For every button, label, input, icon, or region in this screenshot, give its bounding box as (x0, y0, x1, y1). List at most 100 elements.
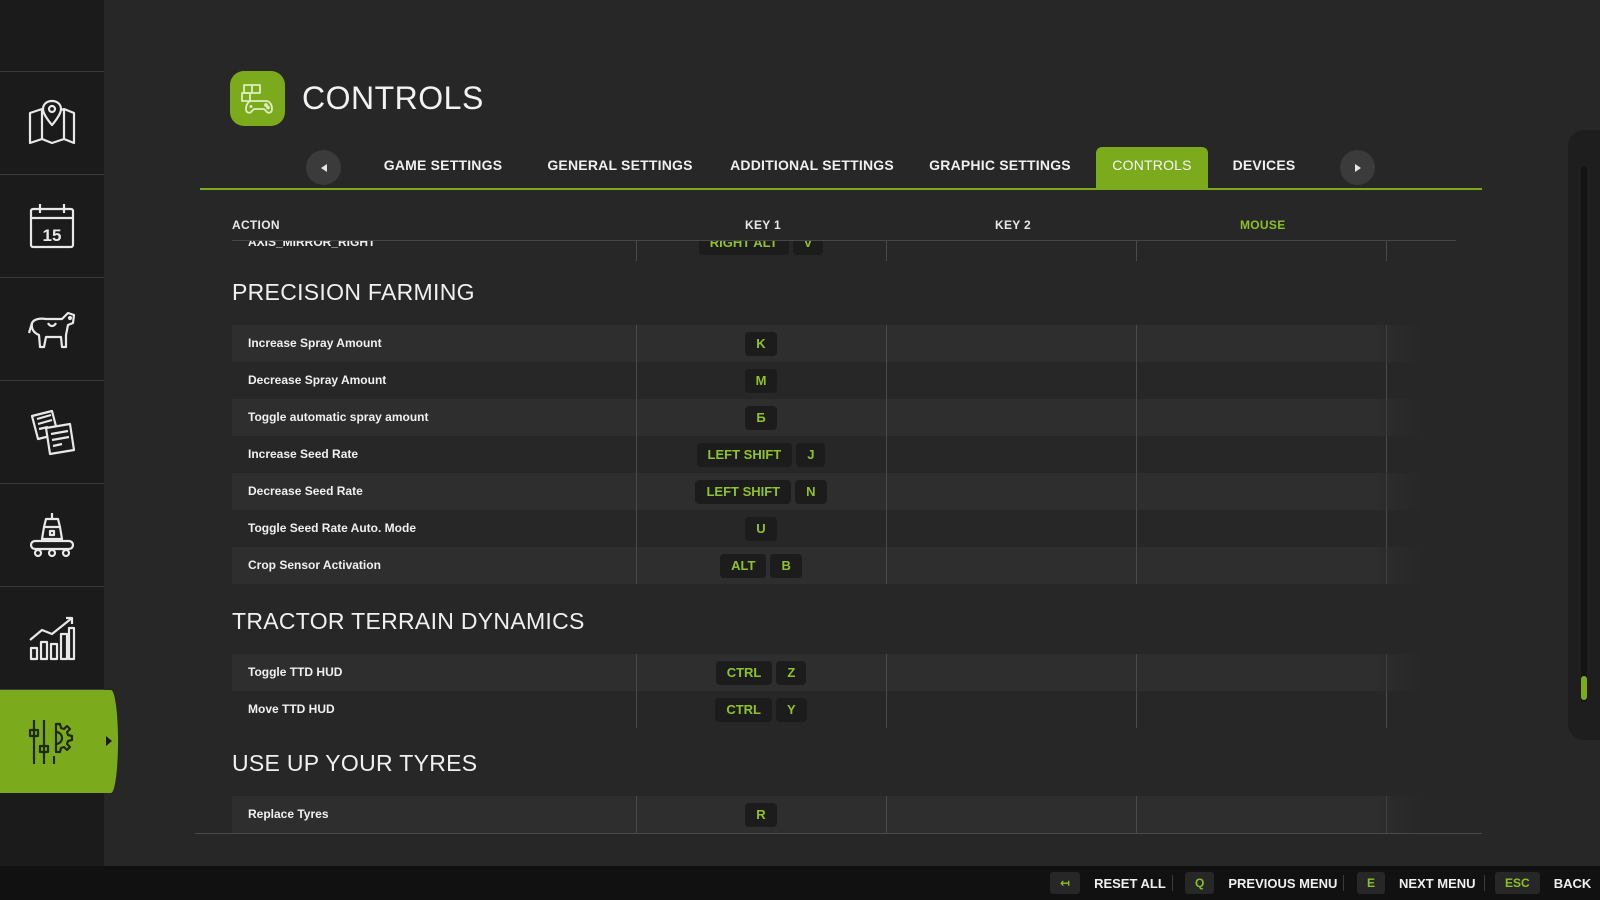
key-badge[interactable]: B (770, 553, 802, 578)
key-badge[interactable]: Б (745, 405, 777, 430)
active-caret (106, 736, 112, 746)
table-row[interactable]: Increase Seed Rate LEFT SHIFT J (232, 436, 1422, 473)
key-badge[interactable]: R (745, 802, 777, 827)
sidebar-item-animals[interactable] (0, 278, 104, 381)
key-badge[interactable]: RIGHT ALT (698, 241, 789, 255)
table-row[interactable]: Toggle Seed Rate Auto. Mode U (232, 510, 1422, 547)
row-fade (1372, 547, 1422, 584)
production-icon (29, 513, 75, 558)
section-title-precision-farming: PRECISION FARMING (232, 279, 475, 305)
key-badge[interactable]: CTRL (715, 697, 772, 722)
column-divider (636, 362, 637, 399)
bindings-list[interactable]: AXIS_MIRROR_RIGHT RIGHT ALT V PRECISION … (232, 241, 1422, 833)
key1-cell[interactable]: M (636, 362, 886, 399)
tab-next-button[interactable] (1340, 150, 1375, 185)
key-badge[interactable]: N (795, 479, 827, 504)
column-divider (1136, 241, 1137, 261)
sidebar-item-production[interactable] (0, 484, 104, 587)
key1-cell[interactable]: Б (636, 399, 886, 436)
controls-screen: 15 CONTROLS GAME SETTINGS GENERAL SETTIN… (0, 0, 1600, 900)
sidebar-item-calendar[interactable]: 15 (0, 175, 104, 278)
tab-general-settings[interactable]: GENERAL SETTINGS (537, 147, 703, 188)
key1-cell[interactable]: RIGHT ALT V (636, 241, 886, 261)
table-row[interactable]: Toggle TTD HUD CTRL Z (232, 654, 1422, 691)
scrollbar-thumb[interactable] (1581, 676, 1587, 700)
key-badge[interactable]: J (796, 442, 826, 467)
column-header-action: ACTION (232, 218, 280, 232)
key1-cell[interactable]: U (636, 510, 886, 547)
back-button[interactable]: ESC BACK (1495, 872, 1591, 894)
reset-all-button[interactable]: ↤ RESET ALL (1050, 872, 1166, 894)
settings-sliders-icon (28, 719, 74, 764)
key-badge[interactable]: V (792, 241, 824, 255)
table-row[interactable]: Replace Tyres R (232, 796, 1422, 833)
key1-cell[interactable]: R (636, 796, 886, 833)
key1-cell[interactable]: CTRL Z (636, 654, 886, 691)
reset-key-badge: ↤ (1050, 872, 1081, 894)
map-icon (28, 99, 76, 145)
tab-controls[interactable]: CONTROLS (1096, 147, 1208, 188)
previous-menu-button[interactable]: Q PREVIOUS MENU (1185, 872, 1337, 894)
key-badge[interactable]: K (745, 331, 777, 356)
settings-tabs: GAME SETTINGS GENERAL SETTINGS ADDITIONA… (200, 147, 1482, 190)
action-label: Increase Spray Amount (248, 336, 382, 350)
column-header-mouse: MOUSE (1240, 218, 1286, 232)
key-badge[interactable]: LEFT SHIFT (695, 479, 792, 504)
key-badge[interactable]: M (744, 368, 778, 393)
gamepad-icon (240, 83, 273, 114)
key1-cell[interactable]: ALT B (636, 547, 886, 584)
column-divider (1136, 654, 1137, 691)
footer-separator (1343, 875, 1344, 891)
sidebar-item-map[interactable] (0, 72, 104, 175)
back-label: BACK (1553, 875, 1592, 891)
table-row[interactable]: Crop Sensor Activation ALT B (232, 547, 1422, 584)
tab-previous-button[interactable] (306, 150, 341, 185)
tab-graphic-settings[interactable]: GRAPHIC SETTINGS (922, 147, 1078, 188)
action-label: Toggle Seed Rate Auto. Mode (248, 521, 417, 535)
table-row[interactable]: Increase Spray Amount K (232, 325, 1422, 362)
row-fade (1372, 796, 1422, 833)
sidebar-item-contracts[interactable] (0, 381, 104, 484)
sidebar-item-settings[interactable] (0, 690, 118, 793)
key1-cell[interactable]: CTRL Y (636, 691, 886, 728)
column-divider (636, 399, 637, 436)
table-row[interactable]: AXIS_MIRROR_RIGHT RIGHT ALT V (232, 241, 1422, 261)
scrollbar-track[interactable] (1581, 166, 1587, 702)
key-badge[interactable]: CTRL (715, 660, 773, 685)
action-label: Decrease Seed Rate (248, 484, 363, 498)
sidebar-item-statistics[interactable] (0, 587, 104, 690)
column-divider (886, 510, 887, 547)
column-divider (1136, 473, 1137, 510)
column-divider (886, 654, 887, 691)
column-divider (886, 473, 887, 510)
key-badge[interactable]: Z (776, 660, 807, 685)
next-menu-button[interactable]: E NEXT MENU (1357, 872, 1476, 894)
table-row[interactable]: Toggle automatic spray amount Б (232, 399, 1422, 436)
column-divider (886, 436, 887, 473)
column-divider (636, 436, 637, 473)
tab-devices[interactable]: DEVICES (1222, 147, 1306, 188)
column-divider (1136, 510, 1137, 547)
key1-cell[interactable]: LEFT SHIFT N (636, 473, 886, 510)
footer-separator (1172, 875, 1173, 891)
column-divider (1386, 241, 1387, 261)
key-badge[interactable]: LEFT SHIFT (696, 442, 793, 467)
key-badge[interactable]: U (745, 516, 777, 541)
key1-cell[interactable]: K (636, 325, 886, 362)
table-row[interactable]: Move TTD HUD CTRL Y (232, 691, 1422, 728)
key-badge[interactable]: ALT (720, 553, 767, 578)
tab-additional-settings[interactable]: ADDITIONAL SETTINGS (718, 147, 906, 188)
column-divider (1136, 691, 1137, 728)
column-divider (1136, 362, 1137, 399)
tab-game-settings[interactable]: GAME SETTINGS (370, 147, 516, 188)
table-row[interactable]: Decrease Seed Rate LEFT SHIFT N (232, 473, 1422, 510)
reset-all-label: RESET ALL (1094, 875, 1166, 891)
key-badge[interactable]: Y (776, 697, 807, 722)
row-fade (1372, 473, 1422, 510)
action-label: AXIS_MIRROR_RIGHT (248, 241, 376, 249)
column-divider (636, 796, 637, 833)
column-divider (886, 691, 887, 728)
key1-cell[interactable]: LEFT SHIFT J (636, 436, 886, 473)
section-title-use-up-your-tyres: USE UP YOUR TYRES (232, 750, 478, 776)
table-row[interactable]: Decrease Spray Amount M (232, 362, 1422, 399)
